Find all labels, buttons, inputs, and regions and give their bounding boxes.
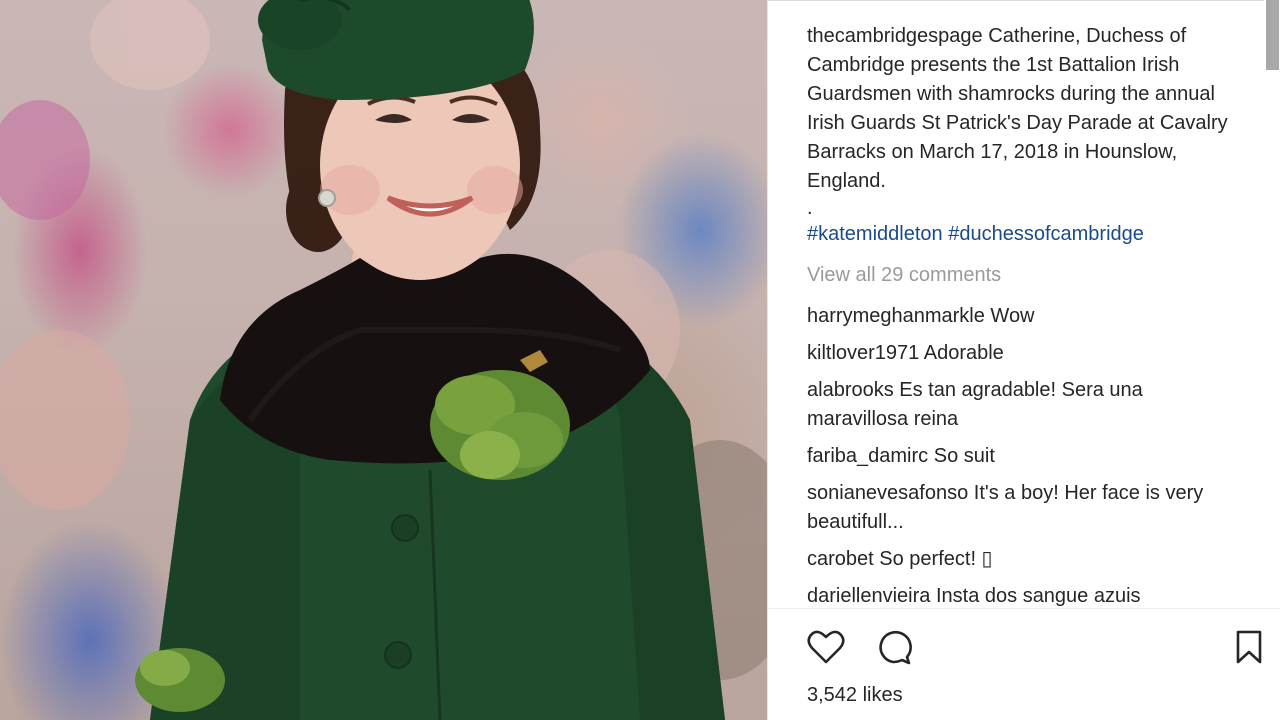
- comment-text: Adorable: [923, 342, 1004, 364]
- comment-username[interactable]: carobet: [807, 548, 874, 570]
- caption-text: Catherine, Duchess of Cambridge presents…: [807, 25, 1228, 192]
- post-caption: thecambridgespage Catherine, Duchess of …: [807, 22, 1247, 196]
- comment-item: alabrooks Es tan agradable! Sera una mar…: [807, 376, 1247, 434]
- comment-item: carobet So perfect! ▯: [807, 545, 1247, 574]
- comment-item: harrymeghanmarkle Wow: [807, 302, 1247, 331]
- scrollbar-thumb[interactable]: [1266, 0, 1279, 70]
- comment-bubble-icon[interactable]: [874, 629, 912, 665]
- comment-text: So suit: [933, 445, 995, 467]
- comment-item: kiltlover1971 Adorable: [807, 339, 1247, 368]
- post-photo[interactable]: [0, 0, 767, 720]
- bookmark-icon[interactable]: [1234, 629, 1264, 665]
- comment-username[interactable]: dariellenvieira: [807, 585, 930, 607]
- view-all-comments-link[interactable]: View all 29 comments: [807, 261, 1247, 290]
- comment-username[interactable]: fariba_damirc: [807, 445, 928, 467]
- comment-item: sonianevesafonso It's a boy! Her face is…: [807, 479, 1247, 537]
- hashtags: #katemiddleton #duchessofcambridge: [807, 220, 1247, 249]
- comment-text: So perfect! ▯: [879, 548, 993, 570]
- heart-icon[interactable]: [807, 629, 845, 665]
- comment-text: Insta dos sangue azuis: [935, 585, 1141, 607]
- post-side-panel: thecambridgespage Catherine, Duchess of …: [767, 0, 1280, 720]
- caption-separator: .: [807, 197, 813, 219]
- post-actions-bar: 3,542 likes: [768, 608, 1280, 720]
- hashtag-link[interactable]: #duchessofcambridge: [948, 223, 1144, 245]
- comments-list[interactable]: thecambridgespage Catherine, Duchess of …: [807, 22, 1247, 610]
- comment-username[interactable]: harrymeghanmarkle: [807, 305, 985, 327]
- caption-username[interactable]: thecambridgespage: [807, 25, 983, 47]
- hashtag-link[interactable]: #katemiddleton: [807, 223, 943, 245]
- comment-item: dariellenvieira Insta dos sangue azuis: [807, 582, 1247, 610]
- like-count[interactable]: 3,542 likes: [807, 681, 903, 709]
- comment-username[interactable]: alabrooks: [807, 379, 894, 401]
- comment-username[interactable]: kiltlover1971: [807, 342, 919, 364]
- comments-scrollbar[interactable]: [1264, 0, 1280, 608]
- photo-illustration: [0, 0, 767, 720]
- divider: [768, 0, 1265, 1]
- comment-text: Wow: [990, 305, 1035, 327]
- comment-username[interactable]: sonianevesafonso: [807, 482, 968, 504]
- comment-item: fariba_damirc So suit: [807, 442, 1247, 471]
